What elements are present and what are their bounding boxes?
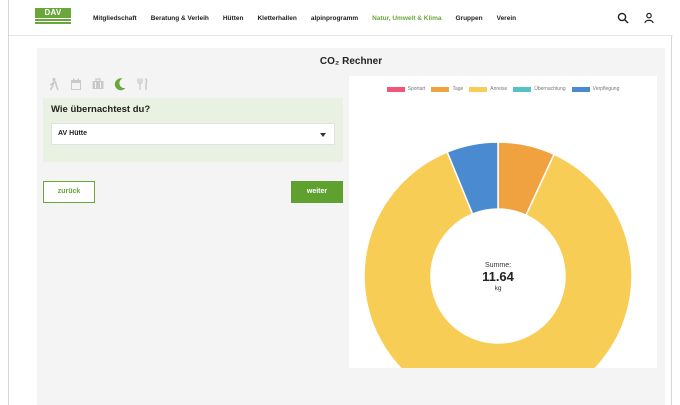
browser-frame: DAV Mitgliedschaft Beratung & Verleih Hütt…	[8, 0, 673, 405]
select-value: AV Hütte	[58, 130, 88, 137]
top-navigation: DAV Mitgliedschaft Beratung & Verleih Hütt…	[9, 0, 673, 36]
moon-icon[interactable]	[113, 77, 127, 91]
chevron-down-icon	[320, 133, 326, 137]
car-icon[interactable]	[91, 77, 105, 91]
nav-icons	[603, 11, 655, 24]
nav-item-gruppen[interactable]: Gruppen	[456, 15, 483, 22]
calculator-title: CO₂ Rechner	[319, 56, 383, 67]
nav-item-mitgliedschaft[interactable]: Mitgliedschaft	[93, 15, 137, 22]
back-button[interactable]: zurück	[43, 181, 95, 203]
sum-label: Summe:	[484, 262, 512, 269]
nav-item-verein[interactable]: Verein	[497, 15, 517, 22]
question-title: Wie übernachtest du?	[51, 104, 151, 115]
hiking-icon[interactable]	[47, 77, 61, 91]
nav-item-kletterhallen[interactable]: Kletterhallen	[257, 15, 296, 22]
sum-value: 11.64	[482, 269, 514, 284]
nav-item-natur-umwelt-klima[interactable]: Natur, Umwelt & Klima	[372, 15, 441, 22]
emissions-chart: Sportart Tage Anreise Übernachtung Verpflegu…	[349, 76, 657, 368]
nav-item-alpinprogramm[interactable]: alpinprogramm	[311, 15, 358, 22]
next-button[interactable]: weiter	[291, 181, 343, 203]
nav-item-beratung-verleih[interactable]: Beratung & Verleih	[151, 15, 209, 22]
co2-calculator-panel: CO₂ Rechner Wie übernachtest du? AV Hütt…	[37, 48, 665, 405]
navigation-buttons: zurück weiter	[43, 181, 343, 203]
calculator-form: Wie übernachtest du? AV Hütte zurück wei…	[43, 74, 343, 203]
sum-unit: kg	[494, 285, 502, 292]
calendar-icon[interactable]	[69, 77, 83, 91]
donut-chart	[363, 141, 633, 368]
accommodation-select[interactable]: AV Hütte	[51, 123, 335, 145]
user-icon[interactable]	[643, 11, 655, 24]
logo-subtitle	[35, 19, 71, 27]
fork-knife-icon[interactable]	[135, 77, 149, 91]
chart-center-summary: Summe: 11.64 kg	[453, 262, 543, 292]
main-menu: Mitgliedschaft Beratung & Verleih Hütten Kl…	[93, 0, 530, 36]
nav-item-h-tten[interactable]: Hütten	[223, 15, 244, 22]
step-icons	[43, 74, 343, 94]
search-icon[interactable]	[617, 11, 629, 24]
logo-text: DAV	[35, 8, 71, 18]
question-box: Wie übernachtest du? AV Hütte	[43, 98, 343, 162]
dav-logo[interactable]: DAV	[35, 8, 71, 28]
